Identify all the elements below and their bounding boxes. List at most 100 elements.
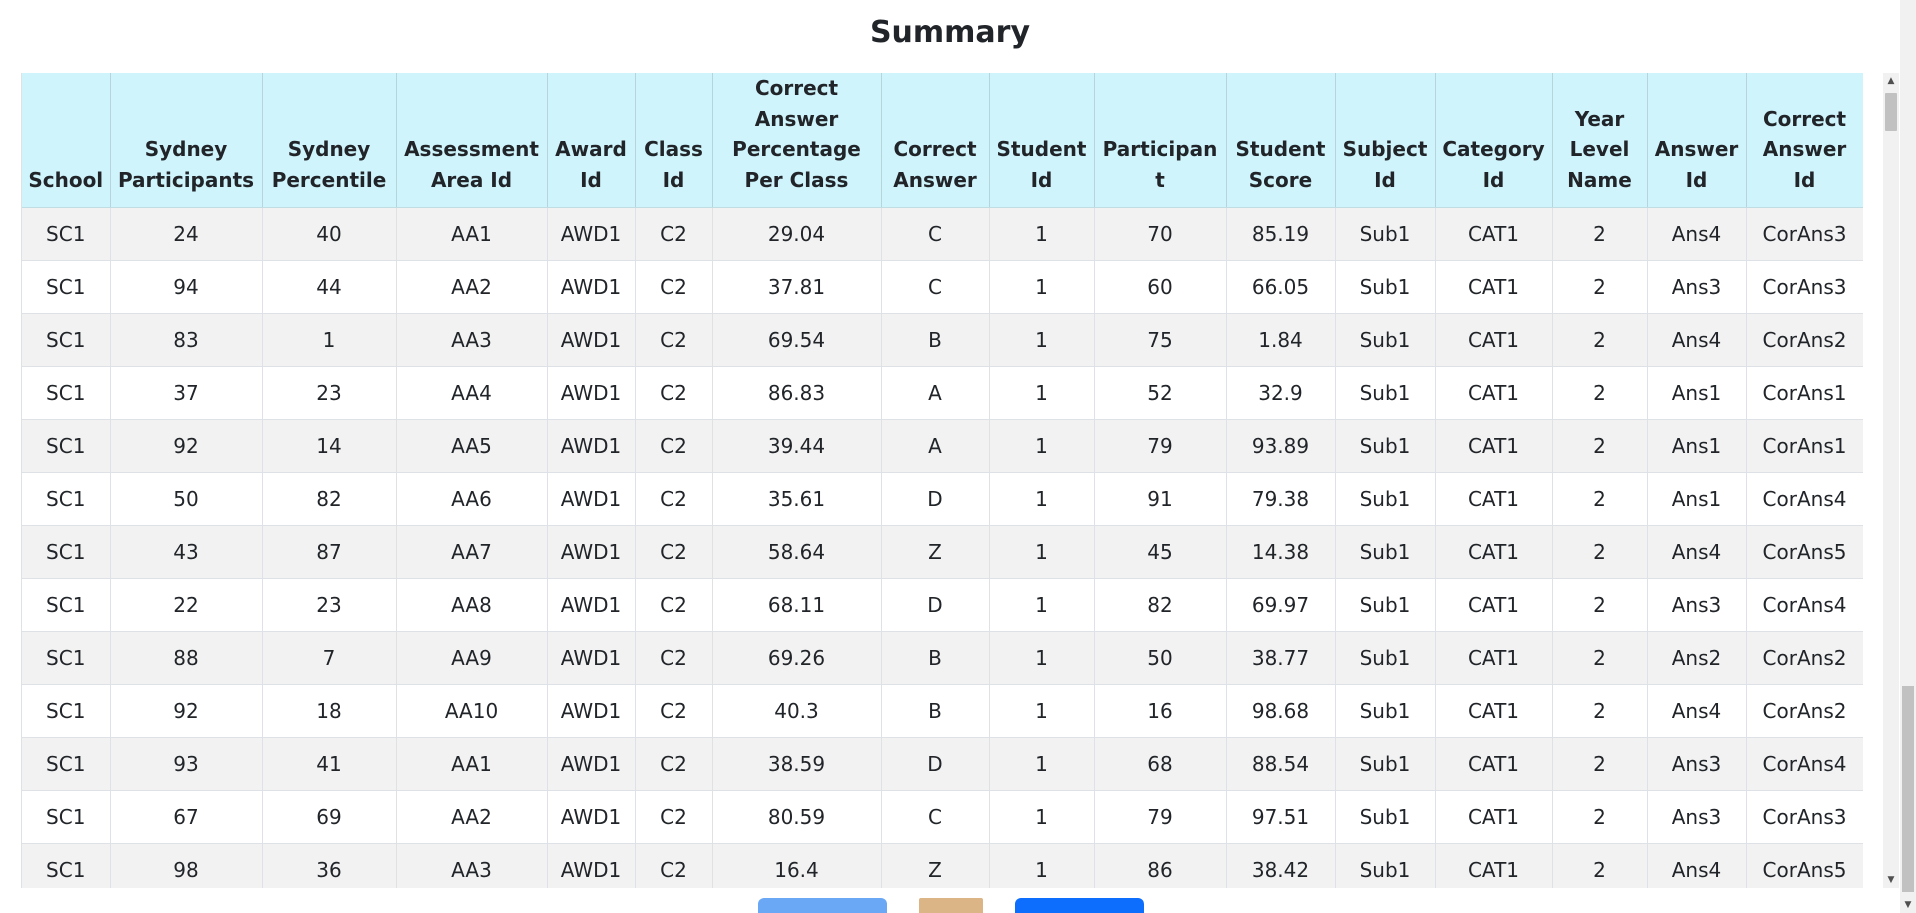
table-cell: 1	[989, 525, 1095, 579]
table-cell: 98.68	[1226, 684, 1336, 738]
table-cell: CorAns1	[1746, 419, 1863, 473]
table-cell: CorAns2	[1746, 313, 1863, 367]
table-cell: 93.89	[1226, 419, 1336, 473]
table-cell: CAT1	[1435, 684, 1553, 738]
table-cell: CorAns1	[1746, 366, 1863, 420]
table-cell: 1	[989, 313, 1095, 367]
table-cell: SC1	[22, 790, 111, 844]
table-cell: 68	[1094, 737, 1227, 791]
table-cell: 1	[989, 260, 1095, 314]
column-header: Sydney Participants	[110, 73, 263, 208]
table-cell: 92	[110, 684, 263, 738]
table-cell: Sub1	[1335, 737, 1436, 791]
light-blue-button[interactable]	[758, 898, 887, 913]
table-body: SC1 24 40 AA1 AWD1 C2 29.04 C 1 70 85.19 Sub1 CAT1 2 A…	[22, 207, 1863, 888]
table-cell: CAT1	[1435, 419, 1553, 473]
table-cell: CAT1	[1435, 366, 1553, 420]
column-header: Correct Answer	[881, 73, 990, 208]
table-cell: 2	[1552, 313, 1648, 367]
column-header: Sydney Percentile	[262, 73, 397, 208]
table-cell: 86.83	[712, 366, 882, 420]
table-cell: 40.3	[712, 684, 882, 738]
table-cell: 85.19	[1226, 207, 1336, 261]
table-cell: CAT1	[1435, 578, 1553, 632]
table-scrollbar[interactable]: ▲ ▼	[1883, 73, 1899, 888]
table-cell: D	[881, 737, 990, 791]
scroll-up-arrow-icon[interactable]: ▲	[1883, 73, 1899, 89]
tan-button[interactable]	[919, 898, 983, 913]
table-cell: Sub1	[1335, 578, 1436, 632]
table-cell: 43	[110, 525, 263, 579]
table-cell: 2	[1552, 790, 1648, 844]
table-cell: 2	[1552, 419, 1648, 473]
table-cell: C2	[635, 843, 713, 888]
table-cell: 79	[1094, 419, 1227, 473]
table-cell: CAT1	[1435, 313, 1553, 367]
table-cell: C2	[635, 631, 713, 685]
page-scrollbar[interactable]: ▼	[1900, 0, 1916, 913]
table-row: SC1 67 69 AA2 AWD1 C2 80.59 C 1 79 97.51 Sub1 CAT1 2 A…	[22, 790, 1863, 844]
table-cell: 86	[1094, 843, 1227, 888]
table-cell: 2	[1552, 207, 1648, 261]
table-cell: Ans4	[1647, 525, 1747, 579]
table-cell: AA2	[396, 260, 548, 314]
primary-button[interactable]	[1015, 898, 1144, 913]
table-cell: AWD1	[547, 419, 636, 473]
table-cell: SC1	[22, 684, 111, 738]
table-cell: 91	[1094, 472, 1227, 526]
table-cell: C2	[635, 366, 713, 420]
summary-table-container[interactable]: School Sydney Participants Sydney Percenti…	[21, 73, 1863, 888]
table-cell: A	[881, 366, 990, 420]
table-cell: AWD1	[547, 472, 636, 526]
table-cell: Ans1	[1647, 419, 1747, 473]
column-header: Student Score	[1226, 73, 1336, 208]
table-row: SC1 83 1 AA3 AWD1 C2 69.54 B 1 75 1.84 Sub1 CAT1 2 Ans…	[22, 313, 1863, 367]
table-cell: CorAns4	[1746, 472, 1863, 526]
table-cell: Sub1	[1335, 843, 1436, 888]
table-cell: Ans1	[1647, 472, 1747, 526]
table-cell: 68.11	[712, 578, 882, 632]
table-cell: AA1	[396, 207, 548, 261]
table-cell: Sub1	[1335, 207, 1436, 261]
table-cell: 60	[1094, 260, 1227, 314]
table-cell: 2	[1552, 578, 1648, 632]
table-cell: Ans4	[1647, 684, 1747, 738]
table-cell: AA2	[396, 790, 548, 844]
table-cell: CorAns3	[1746, 207, 1863, 261]
column-header: Student Id	[989, 73, 1095, 208]
column-header: Correct Answer Percentage Per Class	[712, 73, 882, 208]
page-scrollbar-thumb[interactable]	[1902, 686, 1914, 892]
table-cell: 38.77	[1226, 631, 1336, 685]
table-cell: 69.26	[712, 631, 882, 685]
table-cell: 1	[989, 366, 1095, 420]
table-cell: 58.64	[712, 525, 882, 579]
scrollbar-thumb[interactable]	[1885, 93, 1897, 131]
table-cell: 2	[1552, 843, 1648, 888]
column-header: Correct Answer Id	[1746, 73, 1863, 208]
table-cell: SC1	[22, 525, 111, 579]
table-row: SC1 92 14 AA5 AWD1 C2 39.44 A 1 79 93.89 Sub1 CAT1 2 A…	[22, 419, 1863, 473]
table-cell: 66.05	[1226, 260, 1336, 314]
table-cell: 93	[110, 737, 263, 791]
table-cell: SC1	[22, 472, 111, 526]
table-cell: 38.42	[1226, 843, 1336, 888]
table-cell: C2	[635, 578, 713, 632]
table-row: SC1 98 36 AA3 AWD1 C2 16.4 Z 1 86 38.42 Sub1 CAT1 2 An…	[22, 843, 1863, 888]
table-cell: CorAns4	[1746, 737, 1863, 791]
page-scroll-down-arrow-icon[interactable]: ▼	[1900, 897, 1916, 913]
table-cell: 97.51	[1226, 790, 1336, 844]
table-cell: SC1	[22, 260, 111, 314]
table-cell: 87	[262, 525, 397, 579]
table-cell: 2	[1552, 737, 1648, 791]
table-cell: C	[881, 790, 990, 844]
table-cell: CAT1	[1435, 631, 1553, 685]
column-header: School	[22, 73, 111, 208]
table-cell: 24	[110, 207, 263, 261]
table-cell: 83	[110, 313, 263, 367]
table-cell: 1	[989, 790, 1095, 844]
table-row: SC1 37 23 AA4 AWD1 C2 86.83 A 1 52 32.9 Sub1 CAT1 2 An…	[22, 366, 1863, 420]
table-cell: 36	[262, 843, 397, 888]
scroll-down-arrow-icon[interactable]: ▼	[1883, 872, 1899, 888]
table-cell: 75	[1094, 313, 1227, 367]
table-cell: 23	[262, 366, 397, 420]
